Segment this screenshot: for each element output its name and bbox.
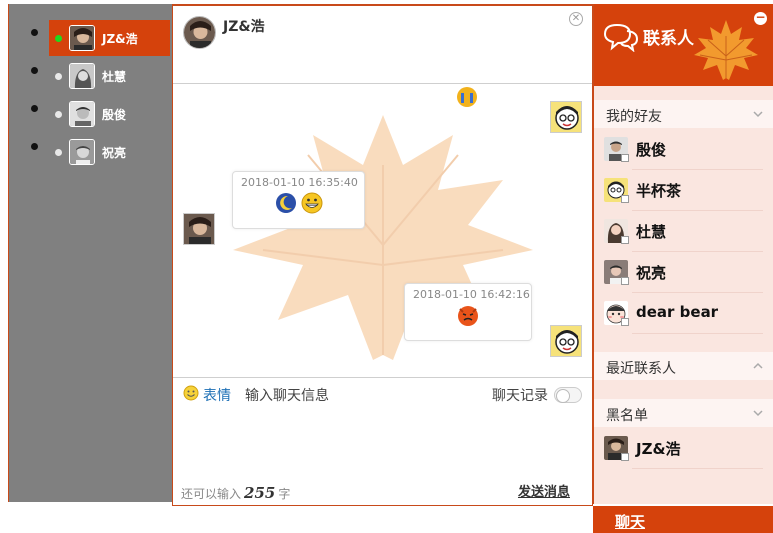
offline-status-icon xyxy=(621,195,629,203)
chat-history-toggle[interactable] xyxy=(554,387,582,403)
message-timestamp: 2018-01-10 16:35:40 xyxy=(241,176,358,189)
offline-status-icon xyxy=(55,148,62,156)
avatar xyxy=(69,63,95,89)
offline-status-icon xyxy=(55,110,62,118)
group-label: 我的好友 xyxy=(606,109,662,125)
list-bullet xyxy=(31,29,38,36)
contact-item[interactable]: 杜慧 xyxy=(594,212,773,252)
offline-status-icon xyxy=(621,277,629,285)
list-bullet xyxy=(31,105,38,112)
session-name: JZ&浩 xyxy=(102,31,138,46)
chat-window: JZ&浩 ✕ 2018-01-10 16:35:40 2018-01-10 16… xyxy=(172,4,593,506)
char-counter: 还可以输入 255 字 xyxy=(181,484,290,502)
group-recent[interactable]: 最近联系人 xyxy=(594,352,773,380)
session-item-zhuliang[interactable]: 祝亮 xyxy=(31,134,170,170)
contact-item[interactable]: dear bear xyxy=(594,294,773,334)
counter-suffix: 字 xyxy=(278,487,291,501)
divider xyxy=(632,468,763,469)
online-status-icon xyxy=(55,34,62,42)
offline-status-icon xyxy=(55,72,62,80)
tab-chat-label: 聊天 xyxy=(615,513,646,531)
contacts-header: 联系人 − xyxy=(594,4,773,86)
tab-chat[interactable]: 聊天 xyxy=(593,506,773,533)
chevron-up-icon xyxy=(753,362,763,369)
offline-status-icon xyxy=(621,318,629,326)
contact-name: 祝亮 xyxy=(636,264,667,282)
message-bubble: 2018-01-10 16:35:40 xyxy=(232,171,365,229)
divider xyxy=(632,251,763,252)
avatar xyxy=(69,25,95,51)
offline-status-icon xyxy=(621,236,629,244)
my-avatar[interactable] xyxy=(550,101,582,133)
close-icon[interactable]: ✕ xyxy=(569,12,583,26)
emoji-button[interactable]: 表情 xyxy=(203,385,231,405)
offline-status-icon xyxy=(621,453,629,461)
contact-item[interactable]: 祝亮 xyxy=(594,253,773,293)
collapse-icon[interactable]: − xyxy=(754,11,767,25)
chat-history-label: 聊天记录 xyxy=(492,388,548,404)
group-blacklist[interactable]: 黑名单 xyxy=(594,399,773,427)
chevron-down-icon xyxy=(753,111,763,118)
session-item-jzhao[interactable]: JZ&浩 xyxy=(31,20,170,56)
contacts-panel: 联系人 − 我的好友 殷俊 半杯茶 杜慧 祝亮 dear bear 最近联系人 … xyxy=(593,4,773,504)
chevron-down-icon xyxy=(753,410,763,417)
message-timestamp: 2018-01-10 16:42:16 xyxy=(413,288,530,301)
avatar xyxy=(69,139,95,165)
contact-item[interactable]: 殷俊 xyxy=(594,130,773,170)
send-button[interactable]: 发送消息 xyxy=(518,481,570,500)
contact-item[interactable]: 半杯茶 xyxy=(594,171,773,211)
chat-partner-avatar[interactable] xyxy=(183,16,216,49)
divider xyxy=(632,210,763,211)
group-label: 黑名单 xyxy=(606,408,648,424)
contact-name: 殷俊 xyxy=(636,141,667,159)
moon-emoji-icon xyxy=(275,193,296,213)
counter-value: 255 xyxy=(244,484,276,502)
message-input-placeholder[interactable]: 输入聊天信息 xyxy=(245,385,329,405)
my-avatar[interactable] xyxy=(550,325,582,357)
emoji-icon xyxy=(457,87,477,107)
contact-item[interactable]: JZ&浩 xyxy=(594,429,773,469)
contact-name: JZ&浩 xyxy=(636,440,681,458)
session-name: 殷俊 xyxy=(102,107,127,122)
avatar xyxy=(69,101,95,127)
session-item-duhui[interactable]: 杜慧 xyxy=(31,58,170,94)
partner-avatar[interactable] xyxy=(183,213,215,245)
group-label: 最近联系人 xyxy=(606,361,676,377)
list-bullet xyxy=(31,67,38,74)
chat-title: JZ&浩 xyxy=(223,19,265,35)
session-name: 杜慧 xyxy=(102,69,127,84)
devil-emoji-icon xyxy=(458,306,478,326)
smiley-icon[interactable] xyxy=(183,385,199,401)
list-bullet xyxy=(31,143,38,150)
maple-leaf-icon xyxy=(694,20,758,80)
contact-name: dear bear xyxy=(636,303,719,321)
contacts-title: 联系人 xyxy=(643,29,694,49)
divider xyxy=(632,333,763,334)
contact-name: 半杯茶 xyxy=(636,182,682,200)
contact-name: 杜慧 xyxy=(636,223,667,241)
message-input[interactable] xyxy=(173,406,592,478)
chat-bubbles-icon xyxy=(603,23,639,52)
offline-status-icon xyxy=(621,154,629,162)
counter-prefix: 还可以输入 xyxy=(181,487,242,501)
chat-header: JZ&浩 ✕ xyxy=(173,6,592,84)
session-name: 祝亮 xyxy=(102,145,127,160)
grin-emoji-icon xyxy=(301,192,322,214)
group-friends[interactable]: 我的好友 xyxy=(594,100,773,128)
app-root: JZ&浩 杜慧 殷俊 祝亮 JZ&浩 ✕ 2018-01-10 16:35:40… xyxy=(0,0,773,533)
compose-toolbar: 表情 输入聊天信息 聊天记录 xyxy=(173,379,592,405)
message-bubble: 2018-01-10 16:42:16 xyxy=(404,283,532,341)
divider xyxy=(632,292,763,293)
message-area[interactable]: 2018-01-10 16:35:40 2018-01-10 16:42:16 xyxy=(173,85,592,378)
divider xyxy=(632,169,763,170)
session-list: JZ&浩 杜慧 殷俊 祝亮 xyxy=(8,4,172,502)
session-item-yinjun[interactable]: 殷俊 xyxy=(31,96,170,132)
